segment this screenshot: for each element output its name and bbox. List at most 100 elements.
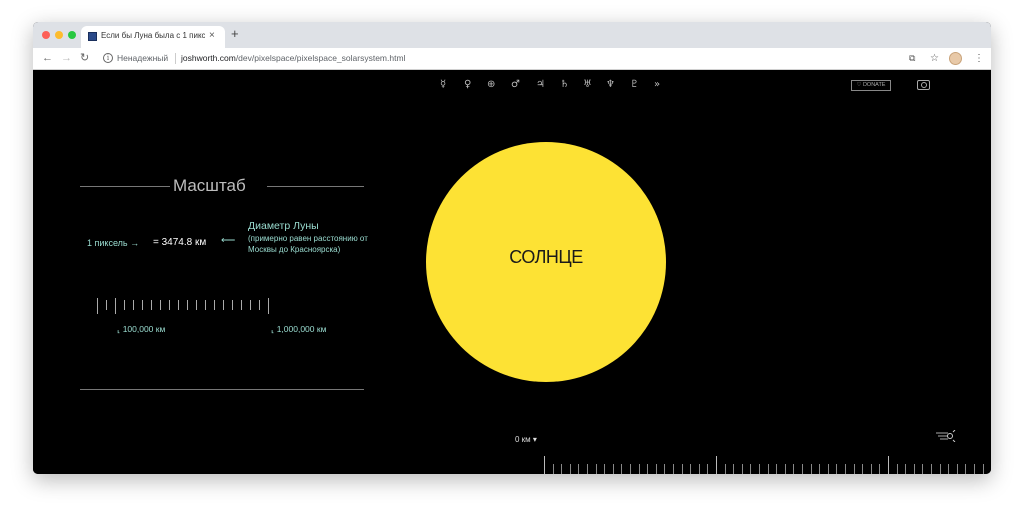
distance-ruler-tick xyxy=(595,464,597,474)
ruler-tick xyxy=(178,300,179,310)
ruler-tick xyxy=(187,300,188,310)
new-tab-button[interactable]: + xyxy=(231,27,239,41)
planet-nav-jupiter[interactable]: ♃ xyxy=(536,78,545,92)
moon-diameter-title: Диаметр Луны xyxy=(248,220,319,232)
ruler-tick xyxy=(133,300,134,310)
ruler-tick xyxy=(124,300,125,310)
speed-of-light-icon[interactable] xyxy=(936,430,956,442)
ruler-tick xyxy=(268,298,269,314)
ruler-mark-1m: ⸤ 1,000,000 км xyxy=(271,324,327,334)
distance-ruler-tick xyxy=(698,464,700,474)
moon-diameter-description: (примерно равен расстоянию от Москвы до … xyxy=(248,234,368,254)
distance-ruler-tick xyxy=(587,464,588,474)
distance-ruler-tick xyxy=(913,464,915,474)
close-window-button[interactable] xyxy=(42,31,50,39)
distance-ruler-tick xyxy=(845,464,846,474)
distance-ruler-tick xyxy=(544,456,545,474)
back-button[interactable]: ← xyxy=(42,52,53,65)
ruler-tick xyxy=(106,300,107,310)
distance-ruler-tick xyxy=(630,464,631,474)
planet-nav-mercury[interactable]: ☿ xyxy=(440,78,446,92)
distance-ruler-tick xyxy=(655,464,657,474)
distance-ruler-tick xyxy=(819,464,821,474)
favicon-icon xyxy=(88,32,97,41)
arrow-left-icon: ⟵ xyxy=(221,235,236,246)
planet-nav-pluto[interactable]: ♇ xyxy=(630,78,639,92)
planet-nav-saturn[interactable]: ♄ xyxy=(560,78,569,92)
moon-km-value: = 3474.8 км xyxy=(153,237,207,248)
planet-nav-mars[interactable]: ♂ xyxy=(511,78,520,92)
distance-ruler-tick xyxy=(681,464,683,474)
url-domain: joshworth.com xyxy=(181,53,236,63)
distance-ruler-tick xyxy=(939,464,941,474)
distance-ruler-tick xyxy=(827,464,829,474)
distance-ruler-tick xyxy=(956,464,958,474)
distance-ruler-tick xyxy=(948,464,950,474)
address-bar[interactable]: i Ненадежный joshworth.com/dev/pixelspac… xyxy=(99,51,905,67)
distance-ruler-tick xyxy=(974,464,975,474)
distance-ruler-tick xyxy=(905,464,907,474)
distance-ruler-tick xyxy=(767,464,769,474)
scale-ruler xyxy=(97,298,269,314)
distance-ruler-tick xyxy=(810,464,812,474)
sun: СОЛНЦЕ xyxy=(426,142,666,382)
distance-ruler-tick xyxy=(647,464,649,474)
pixel-label: 1 пиксель → xyxy=(87,238,140,248)
distance-ruler-tick xyxy=(853,464,855,474)
url-text[interactable]: joshworth.com/dev/pixelspace/pixelspace_… xyxy=(181,53,405,63)
donate-button[interactable]: ♡ DONATE xyxy=(851,80,891,91)
zoom-window-button[interactable] xyxy=(68,31,76,39)
distance-ruler-tick xyxy=(733,464,735,474)
distance-ruler-tick xyxy=(716,456,717,474)
distance-ruler-tick xyxy=(879,464,881,474)
planet-nav-more[interactable]: » xyxy=(654,78,660,92)
browser-tab[interactable]: Если бы Луна была с 1 пиксе × xyxy=(81,26,225,48)
distance-ruler-tick xyxy=(621,464,623,474)
distance-ruler-tick xyxy=(561,464,563,474)
tab-close-button[interactable]: × xyxy=(209,29,215,43)
distance-ruler-tick xyxy=(793,464,795,474)
distance-ruler-tick xyxy=(741,464,743,474)
distance-ruler-tick xyxy=(982,464,984,474)
distance-ruler-tick xyxy=(690,464,692,474)
distance-ruler-tick xyxy=(664,464,666,474)
menu-icon[interactable]: ⋮ xyxy=(974,52,984,65)
scale-title-line-right xyxy=(267,186,364,187)
distance-readout[interactable]: 0 км ▾ xyxy=(515,435,537,444)
ruler-mark-1m-label: 1,000,000 км xyxy=(276,324,327,334)
distance-ruler-tick xyxy=(612,464,614,474)
distance-ruler-tick xyxy=(604,464,606,474)
ruler-tick xyxy=(259,300,260,310)
ruler-mark-100k-label: 100,000 км xyxy=(122,324,166,334)
sun-label: СОЛНЦЕ xyxy=(509,247,583,267)
address-divider xyxy=(175,53,176,64)
distance-ruler-tick xyxy=(759,464,760,474)
tab-title: Если бы Луна была с 1 пиксе xyxy=(101,31,205,40)
bookmark-star-icon[interactable]: ☆ xyxy=(930,52,939,65)
ruler-tick xyxy=(214,300,215,310)
translate-icon[interactable]: ⧉ xyxy=(909,52,915,65)
distance-ruler-tick xyxy=(931,464,932,474)
camera-icon[interactable] xyxy=(917,80,930,90)
ruler-tick xyxy=(142,300,143,310)
ruler-tick xyxy=(97,298,98,314)
distance-ruler xyxy=(544,454,991,474)
distance-ruler-tick xyxy=(802,464,803,474)
distance-ruler-tick xyxy=(724,464,726,474)
security-label[interactable]: Ненадежный xyxy=(117,53,168,63)
reload-button[interactable]: ↻ xyxy=(80,52,89,65)
profile-avatar[interactable] xyxy=(949,52,962,65)
planet-nav-earth[interactable]: ⊕ xyxy=(487,78,495,92)
ruler-tick xyxy=(250,300,251,310)
planet-nav-uranus[interactable]: ♅ xyxy=(583,78,592,92)
ruler-tick xyxy=(151,300,152,310)
distance-ruler-tick xyxy=(870,464,872,474)
info-icon[interactable]: i xyxy=(103,53,113,63)
minimize-window-button[interactable] xyxy=(55,31,63,39)
distance-ruler-tick xyxy=(965,464,967,474)
forward-button[interactable]: → xyxy=(61,52,72,65)
ruler-tick xyxy=(169,300,170,310)
distance-ruler-tick xyxy=(673,464,674,474)
planet-nav-neptune[interactable]: ♆ xyxy=(606,78,615,92)
planet-nav-venus[interactable]: ♀ xyxy=(464,78,471,92)
